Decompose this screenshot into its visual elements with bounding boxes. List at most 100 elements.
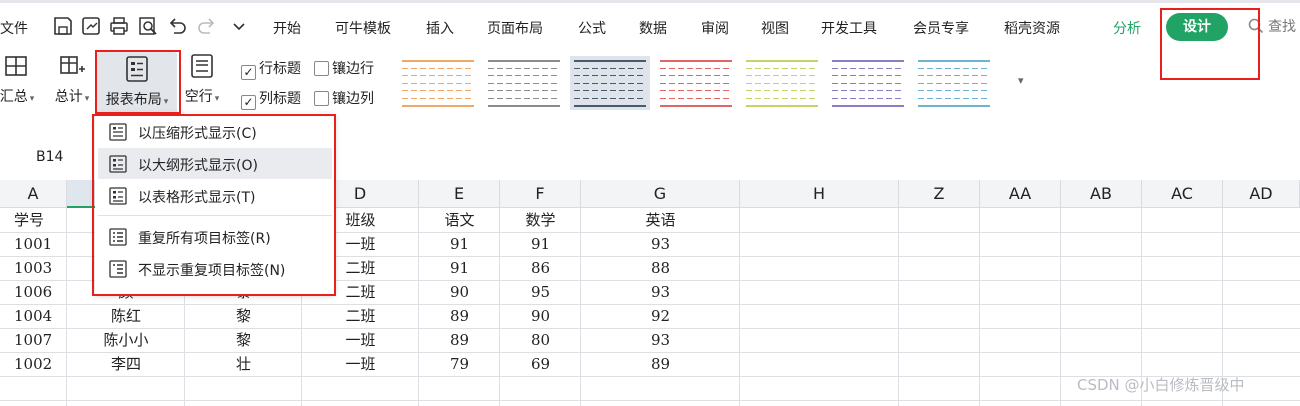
- table-cell[interactable]: 1004: [14, 304, 52, 328]
- subtotals-button[interactable]: 汇总 ▾: [0, 52, 42, 106]
- pivot-style-thumbnail[interactable]: [398, 56, 478, 110]
- tab-docer[interactable]: 稻壳资源: [1004, 18, 1060, 38]
- tab-home[interactable]: 开始: [273, 18, 301, 38]
- table-cell[interactable]: 92: [581, 304, 740, 328]
- blank-rows-button[interactable]: 空行 ▾: [180, 52, 224, 106]
- column-header-g[interactable]: G: [581, 180, 740, 208]
- pivot-style-thumbnail[interactable]: [484, 56, 564, 110]
- menu-item-no-repeat-labels[interactable]: 不显示重复项目标签(N): [98, 253, 332, 284]
- table-cell[interactable]: 69: [500, 352, 581, 376]
- table-cell[interactable]: 一班: [302, 328, 419, 352]
- print-preview-icon[interactable]: [137, 15, 159, 37]
- tab-review[interactable]: 审阅: [701, 18, 729, 38]
- column-header-f[interactable]: F: [500, 180, 581, 208]
- table-cell[interactable]: 陈红: [67, 304, 185, 328]
- column-header-ab[interactable]: AB: [1061, 180, 1142, 208]
- customize-toolbar-icon[interactable]: [228, 15, 250, 37]
- banded-rows-checkbox[interactable]: 镶边行: [314, 58, 374, 78]
- table-cell[interactable]: 93: [581, 280, 740, 304]
- table-cell[interactable]: 1002: [14, 352, 52, 376]
- tab-developer[interactable]: 开发工具: [821, 18, 877, 38]
- table-cell[interactable]: 80: [500, 328, 581, 352]
- tab-formulas[interactable]: 公式: [578, 18, 606, 38]
- gallery-more-icon[interactable]: ▾: [1018, 74, 1024, 87]
- menu-item-outline-form[interactable]: 以大纲形式显示(O): [98, 148, 332, 179]
- table-cell[interactable]: 壮: [185, 352, 302, 376]
- table-cell[interactable]: 93: [581, 232, 740, 256]
- tab-design[interactable]: 设计: [1166, 13, 1228, 41]
- undo-icon[interactable]: [166, 15, 188, 37]
- column-header-ac[interactable]: AC: [1142, 180, 1223, 208]
- column-header-ad[interactable]: AD: [1223, 180, 1300, 208]
- table-cell[interactable]: 91: [419, 232, 500, 256]
- export-icon[interactable]: [80, 15, 102, 37]
- column-header-aa[interactable]: AA: [980, 180, 1061, 208]
- table-cell[interactable]: 79: [419, 352, 500, 376]
- table-cell[interactable]: 89: [419, 328, 500, 352]
- table-cell[interactable]: 1006: [14, 280, 52, 304]
- table-cell[interactable]: 黎: [185, 328, 302, 352]
- style-row-line: [746, 105, 818, 107]
- style-row-line: [918, 67, 990, 69]
- table-cell[interactable]: 89: [419, 304, 500, 328]
- table-cell[interactable]: 88: [581, 256, 740, 280]
- banded-columns-checkbox[interactable]: 镶边列: [314, 88, 374, 108]
- pivot-style-thumbnail[interactable]: [914, 56, 994, 110]
- menu-item-label: 以表格形式显示(T): [138, 190, 256, 206]
- tab-member[interactable]: 会员专享: [913, 18, 969, 38]
- style-row-line: [574, 75, 646, 76]
- table-cell[interactable]: 89: [581, 352, 740, 376]
- table-cell[interactable]: 90: [500, 304, 581, 328]
- table-cell[interactable]: 95: [500, 280, 581, 304]
- table-cell[interactable]: 93: [581, 328, 740, 352]
- table-cell[interactable]: 陈小小: [67, 328, 185, 352]
- tab-insert[interactable]: 插入: [426, 18, 454, 38]
- menu-item-tabular-form[interactable]: 以表格形式显示(T): [98, 180, 332, 211]
- table-cell[interactable]: 黎: [185, 304, 302, 328]
- pivot-style-thumbnail[interactable]: [828, 56, 908, 110]
- table-cell[interactable]: 1007: [14, 328, 52, 352]
- row-headers-checkbox[interactable]: ✓ 行标题: [241, 58, 301, 80]
- tab-page-layout[interactable]: 页面布局: [487, 18, 543, 38]
- table-cell[interactable]: 1001: [14, 232, 52, 256]
- table-cell[interactable]: 一班: [302, 352, 419, 376]
- style-row-line: [918, 105, 990, 107]
- table-cell[interactable]: 李四: [67, 352, 185, 376]
- file-menu[interactable]: 文件: [0, 18, 28, 38]
- print-icon[interactable]: [108, 15, 130, 37]
- column-header-e[interactable]: E: [419, 180, 500, 208]
- header-cell-math[interactable]: 数学: [500, 208, 581, 232]
- menu-item-compact-form[interactable]: 以压缩形式显示(C): [98, 116, 332, 147]
- table-cell[interactable]: 二班: [302, 304, 419, 328]
- column-header-a[interactable]: A: [0, 180, 67, 208]
- header-cell-english[interactable]: 英语: [581, 208, 740, 232]
- column-header-h[interactable]: H: [740, 180, 899, 208]
- style-row-line: [918, 60, 990, 62]
- tab-analyze[interactable]: 分析: [1113, 18, 1141, 38]
- menu-item-repeat-labels[interactable]: 重复所有项目标签(R): [98, 221, 332, 252]
- table-cell[interactable]: 86: [500, 256, 581, 280]
- column-header-z[interactable]: Z: [899, 180, 980, 208]
- column-headers-checkbox[interactable]: ✓ 列标题: [241, 88, 301, 110]
- table-cell[interactable]: 90: [419, 280, 500, 304]
- table-cell[interactable]: 91: [500, 232, 581, 256]
- search-button[interactable]: 查找: [1248, 16, 1296, 36]
- pivot-style-thumbnail[interactable]: [656, 56, 736, 110]
- menu-item-label: 重复所有项目标签(R): [138, 231, 271, 247]
- report-layout-button[interactable]: 报表布局 ▾: [97, 52, 177, 116]
- tab-templates[interactable]: 可牛模板: [335, 18, 391, 38]
- pivot-style-thumbnail[interactable]: [570, 56, 650, 110]
- header-cell-id[interactable]: 学号: [14, 208, 44, 232]
- table-cell[interactable]: 1003: [14, 256, 52, 280]
- header-cell-chinese[interactable]: 语文: [419, 208, 500, 232]
- table-cell[interactable]: 91: [419, 256, 500, 280]
- grand-totals-button[interactable]: 总计 ▾: [48, 52, 96, 106]
- tab-view[interactable]: 视图: [761, 18, 789, 38]
- redo-icon[interactable]: [196, 15, 218, 37]
- tab-data[interactable]: 数据: [639, 18, 667, 38]
- blank-rows-label: 空行: [184, 89, 213, 105]
- style-row-line: [574, 90, 646, 91]
- pivot-style-thumbnail[interactable]: [742, 56, 822, 110]
- save-icon[interactable]: [52, 15, 74, 37]
- style-row-line: [574, 97, 646, 99]
